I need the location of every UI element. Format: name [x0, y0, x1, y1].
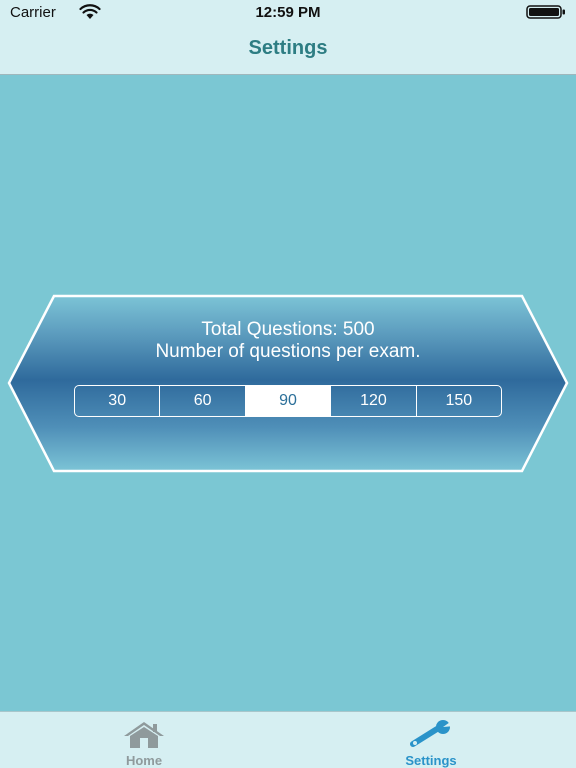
page-title: Settings: [248, 37, 328, 59]
total-questions-label: Total Questions: 500: [201, 319, 375, 340]
option-90[interactable]: 90: [245, 386, 332, 416]
battery-full-icon: [526, 5, 565, 19]
option-60[interactable]: 60: [160, 386, 246, 416]
tab-bar: Home Settings: [0, 711, 576, 768]
home-icon: [124, 722, 164, 748]
tab-home[interactable]: Home: [84, 712, 204, 768]
questions-per-exam-selector: 30 60 90 120 150: [74, 385, 502, 417]
clock: 12:59 PM: [255, 4, 321, 21]
tab-settings[interactable]: Settings: [371, 712, 491, 768]
tab-settings-label: Settings: [405, 753, 457, 768]
option-30[interactable]: 30: [75, 386, 161, 416]
option-120[interactable]: 120: [331, 386, 417, 416]
option-150[interactable]: 150: [417, 386, 501, 416]
tab-home-label: Home: [125, 753, 163, 768]
questions-per-exam-label: Number of questions per exam.: [155, 341, 421, 362]
questions-banner: Total Questions: 500 Number of questions…: [7, 294, 569, 474]
status-bar: Carrier 12:59 PM: [0, 0, 576, 24]
settings-screen: Carrier 12:59 PM Settings Total Question…: [0, 0, 576, 768]
top-bar: Carrier 12:59 PM Settings: [0, 0, 576, 75]
wrench-icon: [410, 720, 455, 747]
